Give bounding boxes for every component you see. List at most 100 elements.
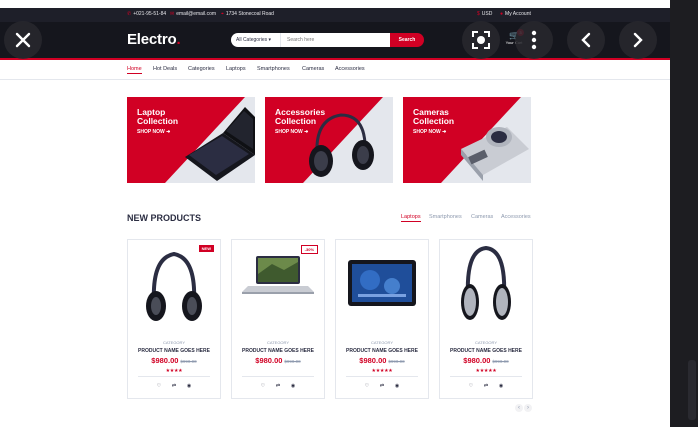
shop-now-link[interactable]: SHOP NOW ➜: [275, 129, 308, 135]
search-button[interactable]: Search: [390, 33, 424, 47]
category-select[interactable]: All Categories ▾: [231, 33, 281, 47]
eye-icon[interactable]: ◉: [394, 383, 400, 389]
chevron-down-icon: ▾: [268, 37, 272, 43]
nav-item-home[interactable]: Home: [127, 66, 142, 74]
currency-text: USD: [481, 11, 493, 17]
scrollbar[interactable]: [670, 0, 698, 427]
chevron-left-icon: [581, 32, 591, 48]
phone-icon: ✆: [127, 11, 132, 17]
nav-item-cameras[interactable]: Cameras: [302, 66, 324, 72]
product-image: [242, 256, 314, 294]
viewer-stage: ✆ +021-95-51-84 ✉ email@email.com ⌖ 1734 St…: [0, 0, 698, 427]
product-name[interactable]: PRODUCT NAME GOES HERE: [232, 348, 324, 354]
price-old: $990.00: [492, 359, 509, 364]
product-name[interactable]: PRODUCT NAME GOES HERE: [336, 348, 428, 354]
shop-now-label: SHOP NOW: [275, 129, 303, 135]
address-text: 1734 Stonecoal Road: [225, 11, 274, 17]
collection-title: Cameras Collection: [413, 107, 455, 126]
product-actions: ♡ ⇄ ◉: [232, 383, 324, 389]
product-price: $980.00 $990.00: [440, 356, 532, 365]
chevron-right-icon: [633, 32, 643, 48]
product-actions: ♡ ⇄ ◉: [336, 383, 428, 389]
tab-smartphones[interactable]: Smartphones: [429, 214, 462, 220]
slider-next-button[interactable]: ›: [524, 404, 532, 412]
cameras-collection-banner[interactable]: Cameras Collection SHOP NOW ➜: [403, 97, 531, 183]
currency-link[interactable]: $ USD: [477, 11, 492, 17]
account-text: My Account: [505, 11, 531, 17]
section-title: NEW PRODUCTS: [127, 213, 201, 223]
close-icon: [15, 32, 31, 48]
product-card[interactable]: NEW CATEGORY PRODUCT NAME GOES HERE $980…: [127, 239, 221, 399]
price-old: $990.00: [388, 359, 405, 364]
tab-laptops[interactable]: Laptops: [401, 214, 421, 222]
eye-icon[interactable]: ◉: [186, 383, 192, 389]
nav-item-smartphones[interactable]: Smartphones: [257, 66, 290, 72]
product-category: CATEGORY: [162, 340, 186, 345]
focus-button[interactable]: [462, 21, 500, 59]
close-button[interactable]: [4, 21, 42, 59]
scrollbar-thumb[interactable]: [688, 360, 696, 420]
arrow-circle-right-icon: ➜: [442, 129, 447, 135]
logo[interactable]: Electro.: [127, 31, 181, 48]
nav-item-categories[interactable]: Categories: [188, 66, 215, 72]
more-options-button[interactable]: [515, 21, 553, 59]
compare-icon[interactable]: ⇄: [171, 383, 177, 389]
price-current: $980.00: [463, 356, 491, 365]
nav-item-accessories[interactable]: Accessories: [335, 66, 365, 72]
product-actions: ♡ ⇄ ◉: [440, 383, 532, 389]
product-card[interactable]: -30% CATEGORY PRODUCT NAME GOES HERE $98…: [231, 239, 325, 399]
divider: [138, 376, 210, 377]
product-price: $980.00 $990.00: [128, 356, 220, 365]
tab-cameras[interactable]: Cameras: [471, 214, 493, 220]
compare-icon[interactable]: ⇄: [275, 383, 281, 389]
phone-text: +021-95-51-84: [133, 11, 167, 17]
eye-icon[interactable]: ◉: [290, 383, 296, 389]
price-current: $980.00: [359, 356, 387, 365]
top-bar: ✆ +021-95-51-84 ✉ email@email.com ⌖ 1734 St…: [0, 8, 670, 22]
search-input[interactable]: [281, 33, 390, 47]
product-price: $980.00 $990.00: [336, 356, 428, 365]
collection-title: Laptop Collection: [137, 107, 179, 126]
nav-item-laptops[interactable]: Laptops: [226, 66, 246, 72]
shop-now-link[interactable]: SHOP NOW ➜: [137, 129, 170, 135]
product-name[interactable]: PRODUCT NAME GOES HERE: [440, 348, 532, 354]
heart-icon[interactable]: ♡: [260, 383, 266, 389]
next-button[interactable]: [619, 21, 657, 59]
nav-item-hot-deals[interactable]: Hot Deals: [153, 66, 177, 72]
compare-icon[interactable]: ⇄: [483, 383, 489, 389]
compare-icon[interactable]: ⇄: [379, 383, 385, 389]
product-price: $980.00 $990.00: [232, 356, 324, 365]
email-link[interactable]: ✉ email@email.com: [170, 11, 216, 17]
price-old: $990.00: [284, 359, 301, 364]
envelope-icon: ✉: [170, 11, 175, 17]
heart-icon[interactable]: ♡: [364, 383, 370, 389]
account-link[interactable]: ● My Account: [500, 11, 531, 17]
product-image: [348, 260, 416, 306]
product-image: [146, 251, 202, 321]
shop-now-link[interactable]: SHOP NOW ➜: [413, 129, 446, 135]
laptop-collection-banner[interactable]: Laptop Collection SHOP NOW ➜: [127, 97, 255, 183]
product-card[interactable]: CATEGORY PRODUCT NAME GOES HERE $980.00 $…: [439, 239, 533, 399]
phone-link[interactable]: ✆ +021-95-51-84: [127, 11, 166, 17]
main-nav: Home Hot Deals Categories Laptops Smartp…: [0, 60, 670, 80]
address-link[interactable]: ⌖ 1734 Stonecoal Road: [221, 11, 274, 17]
rating-stars: ★★★★★: [475, 368, 497, 374]
divider: [242, 376, 314, 377]
heart-icon[interactable]: ♡: [468, 383, 474, 389]
price-current: $980.00: [255, 356, 283, 365]
arrow-circle-right-icon: ➜: [304, 129, 309, 135]
product-name[interactable]: PRODUCT NAME GOES HERE: [128, 348, 220, 354]
heart-icon[interactable]: ♡: [156, 383, 162, 389]
previous-button[interactable]: [567, 21, 605, 59]
slider-prev-button[interactable]: ‹: [515, 404, 523, 412]
eye-icon[interactable]: ◉: [498, 383, 504, 389]
logo-dot: .: [176, 31, 181, 48]
product-category: CATEGORY: [474, 340, 498, 345]
shop-now-label: SHOP NOW: [137, 129, 165, 135]
focus-icon: [472, 31, 490, 49]
rating-stars: ★★★★: [165, 368, 183, 374]
product-card[interactable]: CATEGORY PRODUCT NAME GOES HERE $980.00 $…: [335, 239, 429, 399]
discount-badge: -30%: [300, 245, 318, 254]
tab-accessories[interactable]: Accessories: [501, 214, 531, 220]
accessories-collection-banner[interactable]: Accessories Collection SHOP NOW ➜: [265, 97, 393, 183]
